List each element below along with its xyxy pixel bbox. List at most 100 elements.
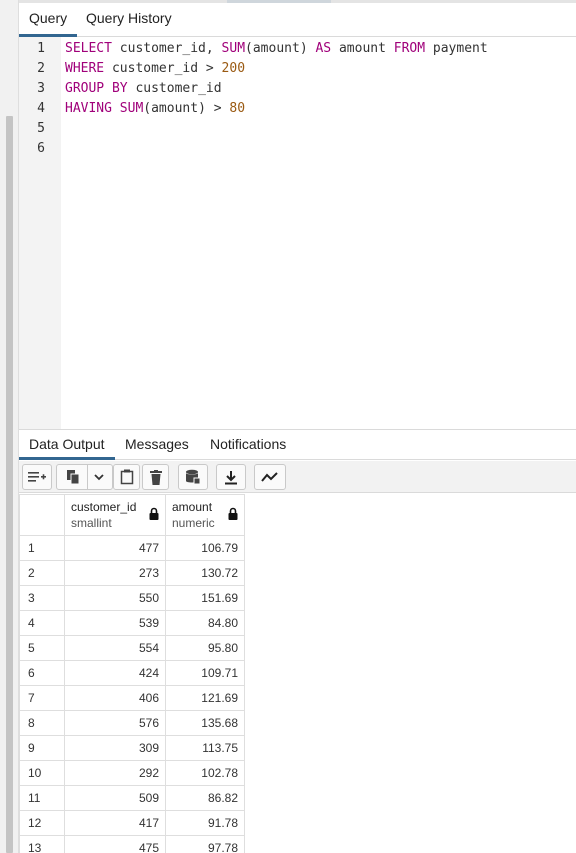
cell-customer-id[interactable]: 424 — [64, 660, 166, 686]
paste-icon — [120, 469, 133, 485]
cell-customer-id[interactable]: 539 — [64, 610, 166, 636]
table-row[interactable]: 10 292 102.78 — [19, 760, 245, 786]
code-line[interactable]: WHERE customer_id > 200 — [65, 59, 245, 79]
table-row[interactable]: 5 554 95.80 — [19, 635, 245, 661]
cell-customer-id[interactable]: 576 — [64, 710, 166, 736]
cell-customer-id[interactable]: 550 — [64, 585, 166, 611]
copy-button[interactable] — [56, 464, 113, 490]
row-number: 3 — [19, 585, 65, 611]
cell-customer-id[interactable]: 509 — [64, 785, 166, 811]
cell-customer-id[interactable]: 417 — [64, 810, 166, 836]
chevron-down-icon[interactable] — [94, 473, 104, 481]
code-line[interactable]: GROUP BY customer_id — [65, 79, 222, 99]
cell-customer-id[interactable]: 309 — [64, 735, 166, 761]
table-row[interactable]: 4 539 84.80 — [19, 610, 245, 636]
table-row[interactable]: 12 417 91.78 — [19, 810, 245, 836]
cell-amount[interactable]: 84.80 — [165, 610, 245, 636]
row-number: 7 — [19, 685, 65, 711]
row-number: 8 — [19, 710, 65, 736]
column-header-customer-id[interactable]: customer_id smallint — [64, 494, 166, 536]
cell-amount[interactable]: 106.79 — [165, 535, 245, 561]
sql-text: (amount) — [245, 41, 316, 56]
paste-button[interactable] — [113, 464, 140, 490]
row-number: 1 — [19, 535, 65, 561]
line-number: 2 — [37, 61, 45, 76]
sql-editor[interactable]: SELECT customer_id, SUM(amount) AS amoun… — [65, 37, 576, 429]
cell-customer-id[interactable]: 477 — [64, 535, 166, 561]
lock-icon — [228, 507, 238, 520]
cell-customer-id[interactable]: 554 — [64, 635, 166, 661]
line-number: 5 — [37, 121, 45, 136]
sql-keyword: SELECT — [65, 41, 112, 56]
table-row[interactable]: 6 424 109.71 — [19, 660, 245, 686]
code-line[interactable]: SELECT customer_id, SUM(amount) AS amoun… — [65, 39, 488, 59]
tab-query-history[interactable]: Query History — [76, 3, 182, 37]
sql-text: customer_id — [127, 81, 222, 96]
lock-icon — [149, 507, 159, 520]
data-output-toolbar — [19, 461, 576, 493]
scrollbar-thumb[interactable] — [6, 116, 13, 853]
cell-customer-id[interactable]: 475 — [64, 835, 166, 853]
table-row[interactable]: 13 475 97.78 — [19, 835, 245, 853]
row-number: 6 — [19, 660, 65, 686]
row-number: 11 — [19, 785, 65, 811]
tab-notifications[interactable]: Notifications — [200, 430, 296, 460]
row-number: 10 — [19, 760, 65, 786]
table-row[interactable]: 9 309 113.75 — [19, 735, 245, 761]
line-number: 4 — [37, 101, 45, 116]
outer-scrollbar[interactable] — [0, 0, 19, 853]
cell-amount[interactable]: 97.78 — [165, 835, 245, 853]
sql-keyword: WHERE — [65, 61, 105, 76]
graph-visualiser-button[interactable] — [254, 464, 286, 490]
sql-text: customer_id > — [104, 61, 222, 76]
tab-messages[interactable]: Messages — [115, 430, 199, 460]
row-number: 4 — [19, 610, 65, 636]
tab-query[interactable]: Query — [19, 3, 78, 37]
row-number: 12 — [19, 810, 65, 836]
sql-number: 80 — [229, 101, 246, 116]
column-header-amount[interactable]: amount numeric — [165, 494, 245, 536]
sql-keyword: GROUP BY — [65, 81, 128, 96]
row-number: 5 — [19, 635, 65, 661]
sql-keyword: SUM — [119, 101, 144, 116]
download-button[interactable] — [216, 464, 246, 490]
cell-amount[interactable]: 109.71 — [165, 660, 245, 686]
line-number: 1 — [37, 41, 45, 56]
save-data-icon — [186, 469, 201, 485]
sql-text: customer_id, — [111, 41, 222, 56]
cell-amount[interactable]: 91.78 — [165, 810, 245, 836]
delete-button[interactable] — [142, 464, 169, 490]
save-data-button[interactable] — [178, 464, 208, 490]
table-row[interactable]: 2 273 130.72 — [19, 560, 245, 586]
copy-icon — [67, 470, 80, 485]
table-row[interactable]: 8 576 135.68 — [19, 710, 245, 736]
line-number: 3 — [37, 81, 45, 96]
add-row-button[interactable] — [22, 464, 52, 490]
line-number: 6 — [37, 141, 45, 156]
table-row[interactable]: 7 406 121.69 — [19, 685, 245, 711]
sql-keyword: AS — [315, 41, 332, 56]
cell-customer-id[interactable]: 292 — [64, 760, 166, 786]
cell-customer-id[interactable]: 273 — [64, 560, 166, 586]
table-row[interactable]: 11 509 86.82 — [19, 785, 245, 811]
cell-amount[interactable]: 95.80 — [165, 635, 245, 661]
tab-data-output[interactable]: Data Output — [19, 430, 115, 460]
code-line[interactable]: HAVING SUM(amount) > 80 — [65, 99, 245, 119]
editor-tabs: Query Query History — [19, 3, 576, 37]
cell-amount[interactable]: 130.72 — [165, 560, 245, 586]
sql-keyword: HAVING — [65, 101, 112, 116]
sql-keyword: FROM — [393, 41, 426, 56]
cell-amount[interactable]: 86.82 — [165, 785, 245, 811]
cell-amount[interactable]: 121.69 — [165, 685, 245, 711]
cell-amount[interactable]: 113.75 — [165, 735, 245, 761]
table-row[interactable]: 3 550 151.69 — [19, 585, 245, 611]
cell-amount[interactable]: 135.68 — [165, 710, 245, 736]
cell-amount[interactable]: 151.69 — [165, 585, 245, 611]
row-number: 2 — [19, 560, 65, 586]
download-icon — [225, 470, 237, 484]
table-row[interactable]: 1 477 106.79 — [19, 535, 245, 561]
cell-customer-id[interactable]: 406 — [64, 685, 166, 711]
cell-amount[interactable]: 102.78 — [165, 760, 245, 786]
sql-text: (amount) > — [143, 101, 230, 116]
